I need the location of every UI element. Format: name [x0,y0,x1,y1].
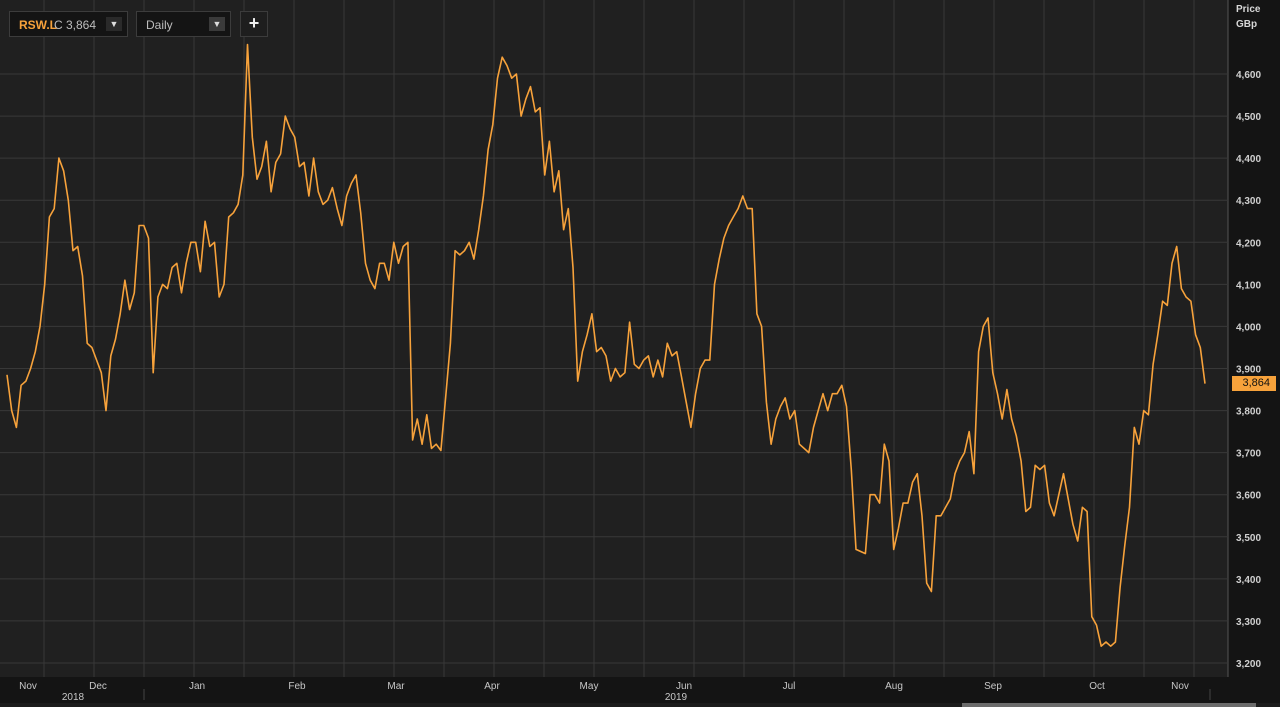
instrument-code: RSW.L [19,18,57,32]
interval-value: Daily [146,18,173,32]
x-tick-label: Dec [89,681,107,692]
y-tick-label: 4,000 [1236,322,1261,333]
x-tick-label: Jun [676,681,692,692]
x-year-label: 2018 [62,692,85,703]
instrument-selector[interactable]: RSW.L C 3,864 ▼ [9,11,128,37]
x-tick-label: Apr [484,681,500,692]
price-chart[interactable]: 3,200 3,300 3,400 3,500 3,600 3,700 3,800 3,900… [0,0,1280,707]
y-tick-label: 3,800 [1236,407,1261,418]
x-tick-label: Feb [288,681,306,692]
last-close-readout: C 3,864 [54,18,97,32]
y-tick-label: 4,500 [1236,112,1261,123]
x-tick-label: Mar [387,681,405,692]
x-tick-label: Aug [885,681,903,692]
y-tick-label: 4,300 [1236,196,1261,207]
y-axis-unit: GBp [1236,19,1258,30]
time-scrollbar-thumb[interactable] [962,703,1256,707]
chevron-down-icon[interactable]: ▼ [106,17,122,31]
y-tick-label: 3,600 [1236,491,1261,502]
x-tick-label: May [580,681,599,692]
chart-window: 3,200 3,300 3,400 3,500 3,600 3,700 3,800 3,900… [0,0,1280,707]
x-axis-band [0,677,1228,703]
last-price-label: 3,864 [1242,376,1270,389]
y-tick-label: 4,100 [1236,280,1261,291]
interval-select[interactable]: Daily ▼ [136,11,231,37]
x-tick-label: Nov [1171,681,1189,692]
y-tick-label: 4,200 [1236,238,1261,249]
y-tick-label: 3,500 [1236,533,1261,544]
y-axis-band [1228,0,1280,703]
y-tick-label: 3,900 [1236,365,1261,376]
y-tick-label: 4,400 [1236,154,1261,165]
chevron-down-icon[interactable]: ▼ [209,17,225,31]
y-tick-label: 3,200 [1236,659,1261,670]
y-tick-label: 3,400 [1236,575,1261,586]
y-tick-label: 4,600 [1236,70,1261,81]
x-tick-label: Jul [783,681,796,692]
x-year-label: 2019 [665,692,688,703]
y-axis-title: Price [1236,4,1261,15]
y-tick-label: 3,300 [1236,617,1261,628]
x-tick-label: Nov [19,681,37,692]
x-tick-label: Oct [1089,681,1105,692]
x-tick-label: Sep [984,681,1002,692]
last-price-marker: 3,864 [1232,375,1276,391]
add-study-button[interactable]: + [240,11,268,37]
y-tick-label: 3,700 [1236,449,1261,460]
x-tick-label: Jan [189,681,205,692]
